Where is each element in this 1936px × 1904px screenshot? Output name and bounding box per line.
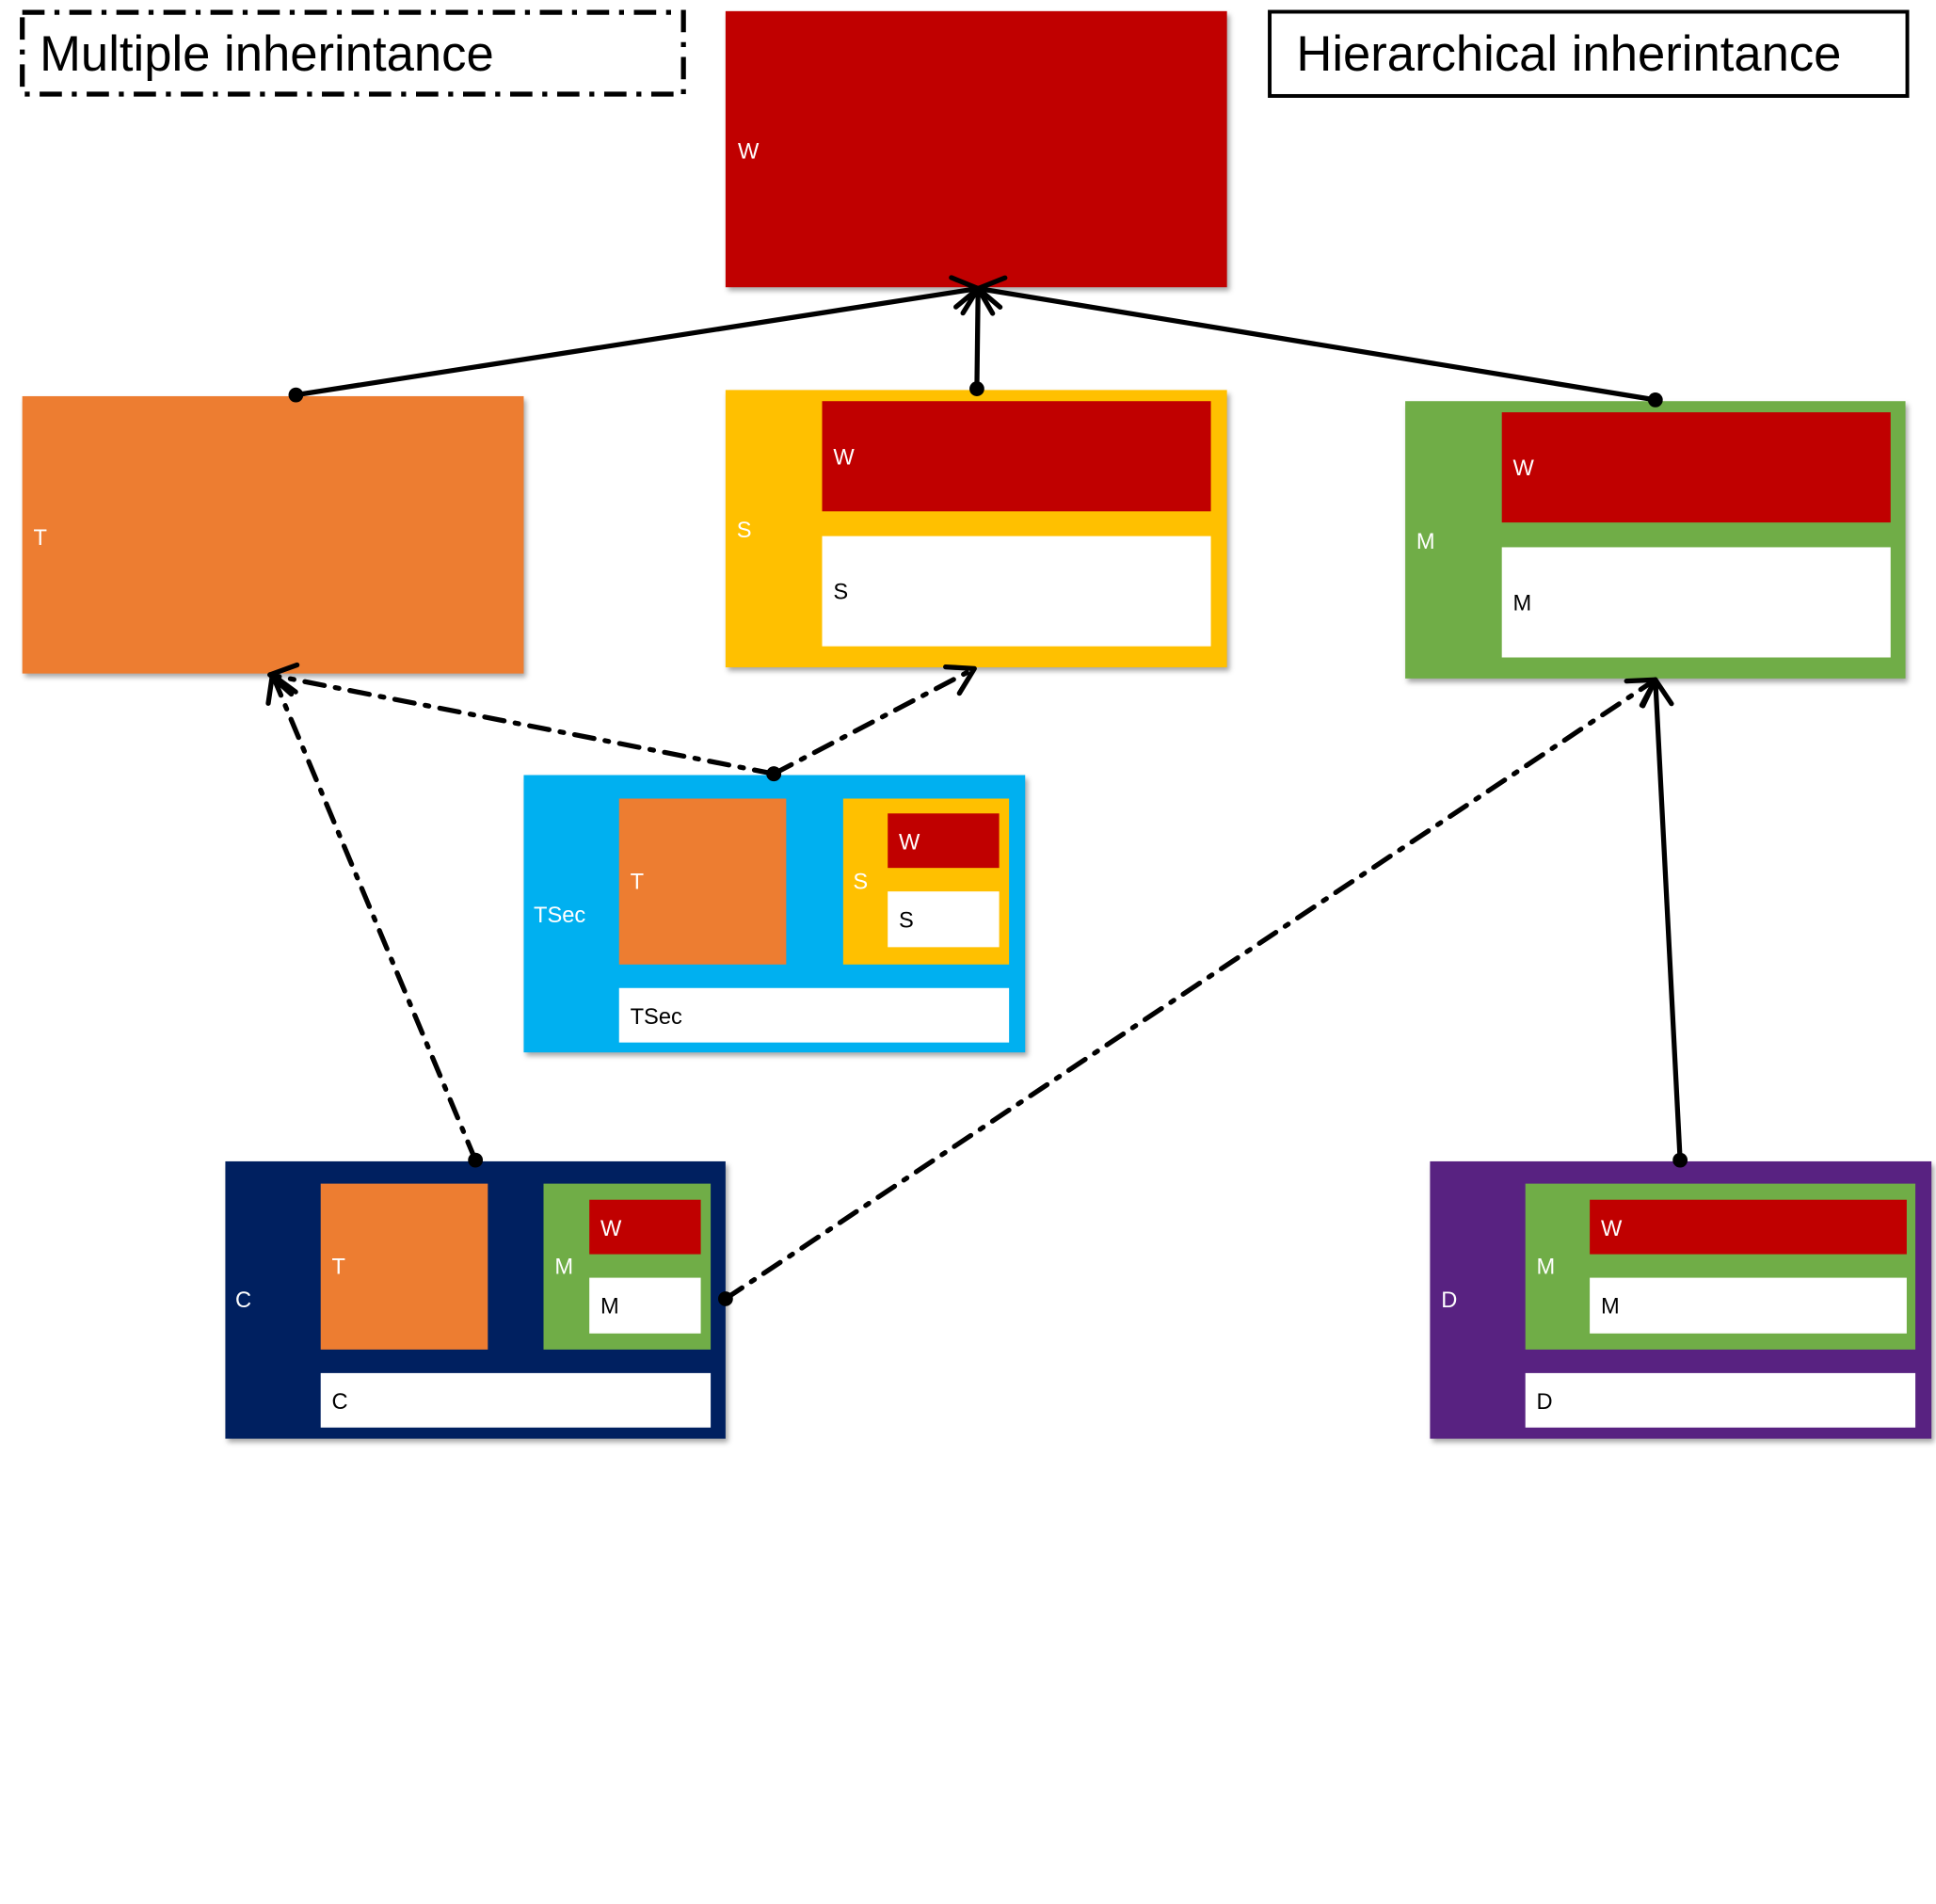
inheritance-links <box>265 275 1688 1306</box>
link-c-to-m <box>723 677 1658 1302</box>
link-t-origin-dot <box>288 387 304 403</box>
link-c-origin-dot <box>717 1291 733 1306</box>
link-d-to-m <box>1653 677 1683 1163</box>
link-m-origin-dot <box>1647 392 1663 408</box>
link-tsec-to-s <box>771 665 977 776</box>
link-c-origin-dot <box>468 1152 484 1168</box>
link-tsec-origin-dot <box>766 766 782 782</box>
link-c-to-t <box>269 672 478 1163</box>
link-t-to-w <box>293 285 981 398</box>
link-m-to-w <box>975 285 1658 403</box>
link-d-origin-dot <box>1672 1152 1688 1168</box>
link-tsec-to-t <box>267 672 776 776</box>
link-s-to-w <box>974 285 981 392</box>
link-s-origin-dot <box>969 381 984 396</box>
